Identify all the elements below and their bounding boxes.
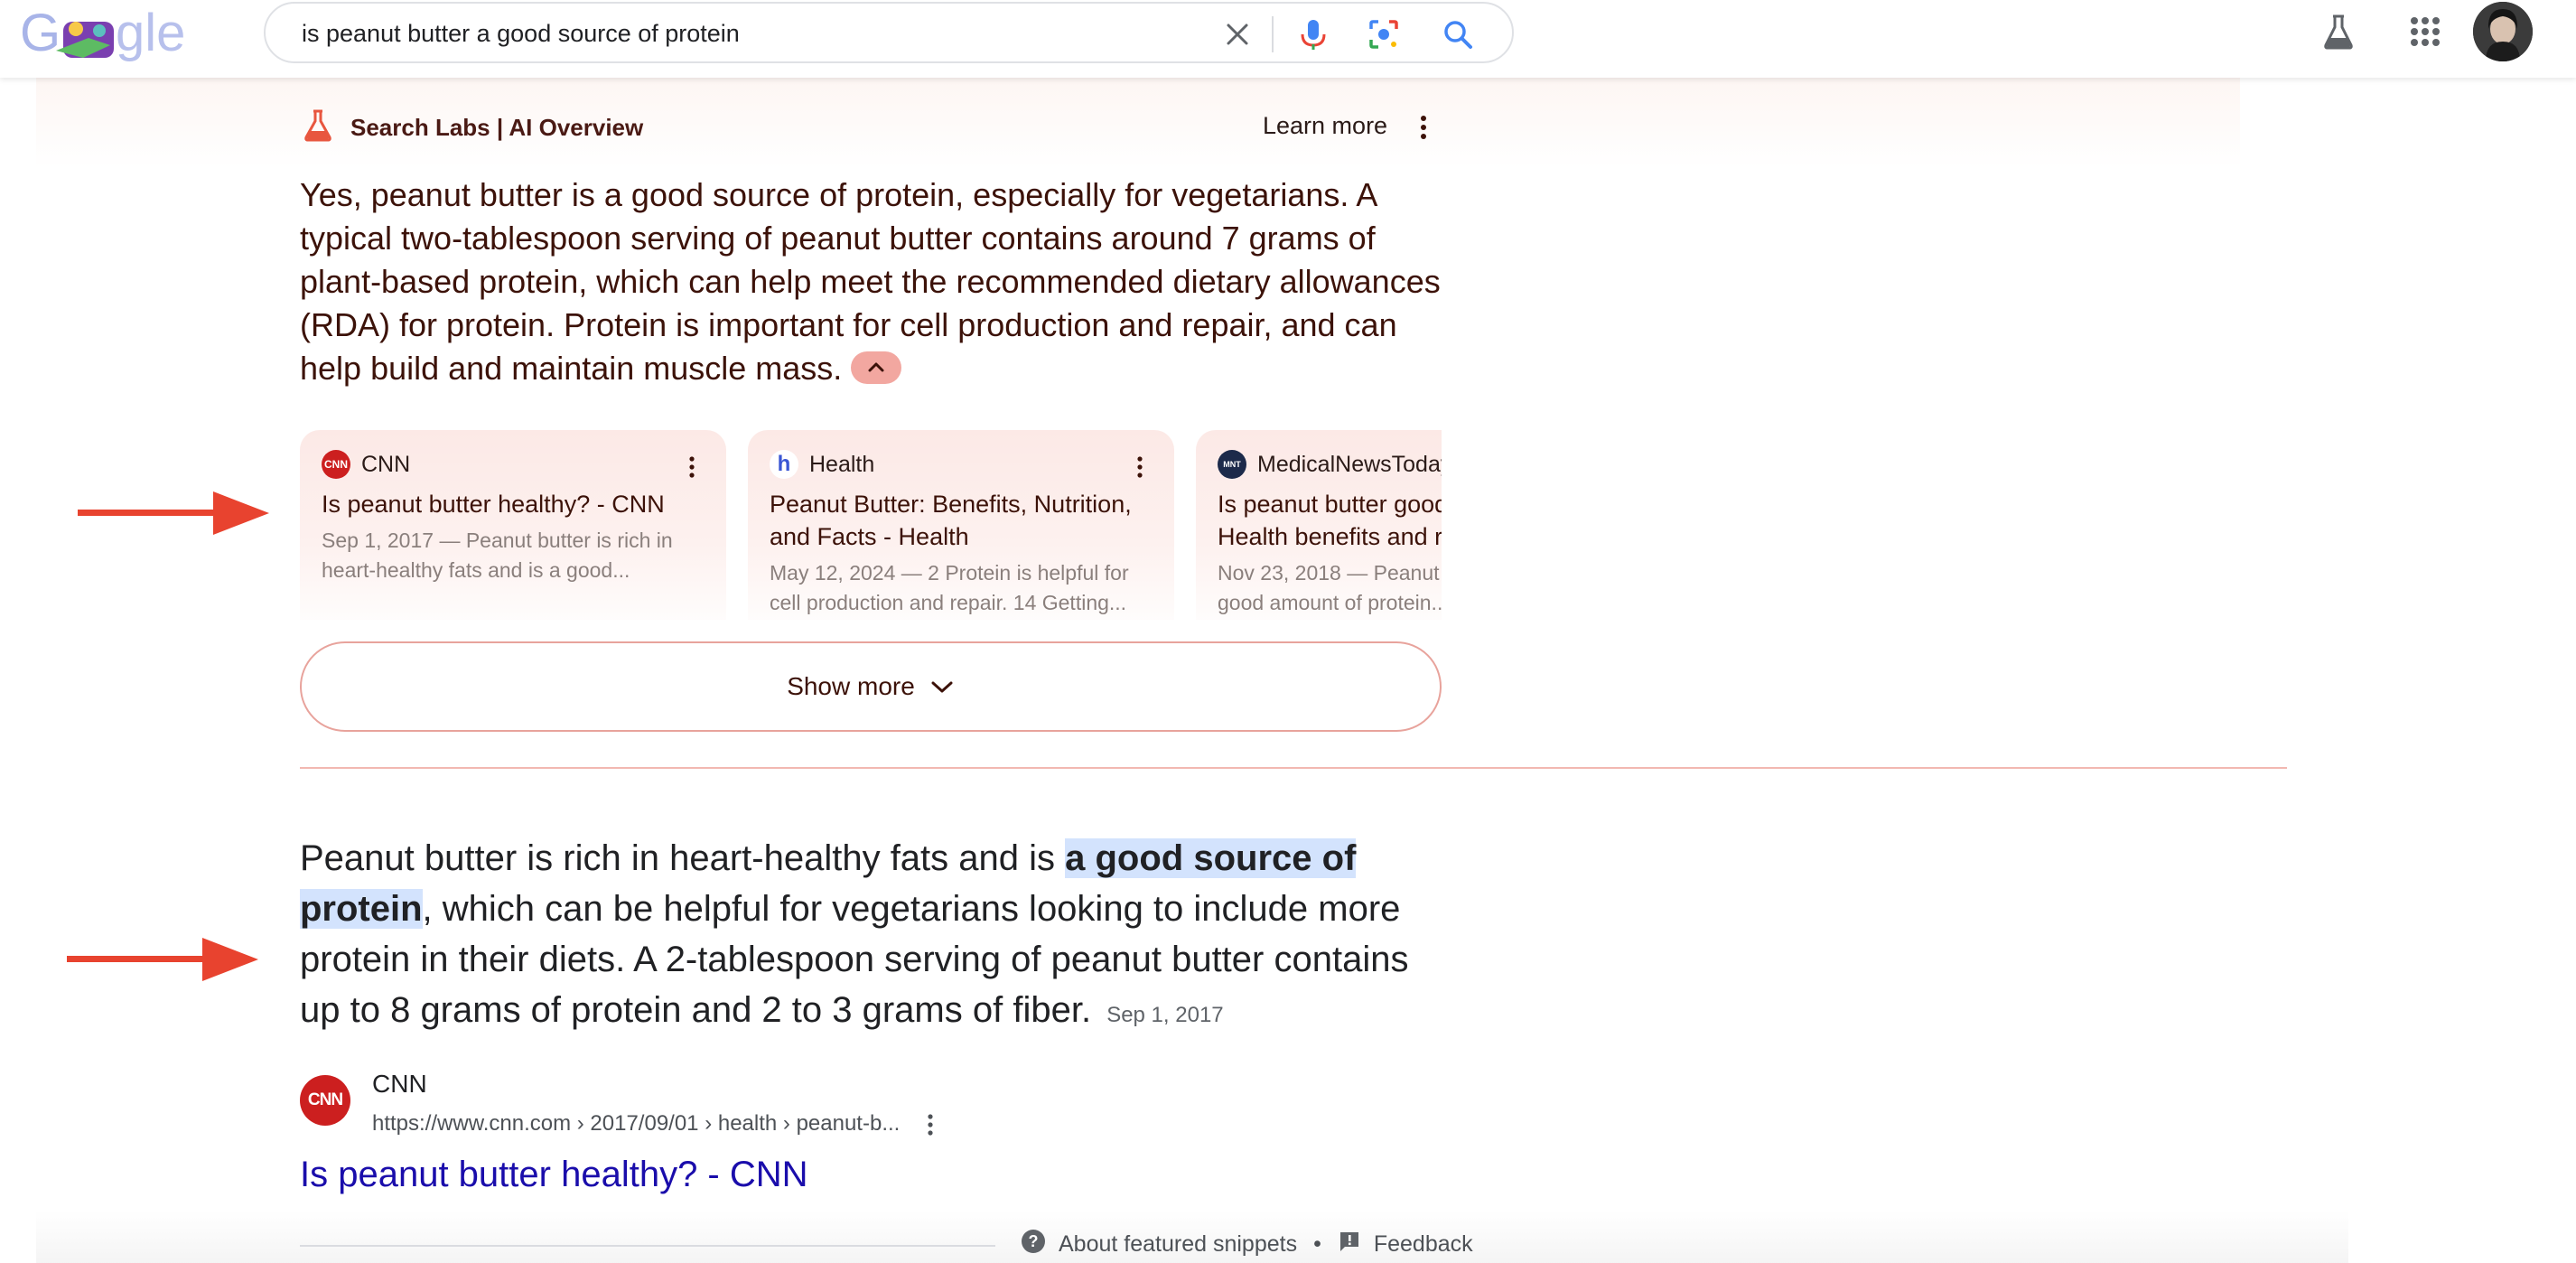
mnt-favicon-icon: MNT: [1218, 450, 1246, 479]
svg-text:gle: gle: [116, 5, 185, 62]
card-source: h Health: [770, 450, 874, 479]
card-snippet: Sep 1, 2017 — Peanut butter is rich in h…: [322, 529, 673, 582]
result-url[interactable]: https://www.cnn.com › 2017/09/01 › healt…: [372, 1111, 900, 1137]
featured-snippet: Peanut butter is rich in heart-healthy f…: [300, 833, 1456, 1041]
top-bar: G gle is peanut butter a good source of …: [0, 0, 2576, 78]
help-icon[interactable]: ?: [1021, 1229, 1046, 1260]
search-divider: [1272, 16, 1274, 52]
result-title-link[interactable]: Is peanut butter healthy? - CNN: [300, 1155, 808, 1195]
chevron-down-icon: [931, 681, 953, 693]
card-snippet: Nov 23, 2018 — Peanut butter contains a …: [1218, 561, 1442, 614]
apps-grid-icon[interactable]: [2403, 9, 2448, 54]
labs-flask-icon[interactable]: [2316, 9, 2361, 54]
lens-icon[interactable]: [1366, 16, 1402, 52]
snippet-text-before: Peanut butter is rich in heart-healthy f…: [300, 838, 1066, 878]
svg-text:?: ?: [1029, 1232, 1039, 1250]
annotation-arrow-icon: [78, 491, 269, 535]
google-doodle-logo[interactable]: G gle: [20, 4, 191, 63]
card-title[interactable]: Is peanut butter healthy? - CNN: [322, 488, 719, 520]
search-box[interactable]: is peanut butter a good source of protei…: [264, 2, 1514, 63]
snippet-text-after: , which can be helpful for vegetarians l…: [300, 889, 1409, 1030]
ai-overview-title: Search Labs | AI Overview: [350, 113, 644, 141]
more-options-icon[interactable]: [1413, 112, 1434, 143]
clear-icon[interactable]: [1219, 16, 1255, 52]
feedback-link[interactable]: Feedback: [1374, 1231, 1473, 1258]
result-more-icon[interactable]: [921, 1111, 939, 1138]
cnn-logo-icon[interactable]: CNN: [300, 1075, 350, 1126]
search-input[interactable]: is peanut butter a good source of protei…: [302, 20, 740, 48]
snippet-date: Sep 1, 2017: [1106, 1003, 1224, 1027]
ai-overview-header: Search Labs | AI Overview: [300, 107, 643, 148]
card-title[interactable]: Is peanut butter good for you? Health be…: [1218, 488, 1442, 553]
show-more-button[interactable]: Show more: [300, 641, 1442, 732]
card-more-icon[interactable]: [683, 454, 701, 481]
health-favicon-icon: h: [770, 450, 798, 479]
footer-separator: •: [1313, 1231, 1321, 1257]
search-icon[interactable]: [1440, 16, 1476, 52]
card-more-icon[interactable]: [1131, 454, 1149, 481]
source-card-medicalnewstoday[interactable]: MNT MedicalNewsToday Is peanut butter go…: [1196, 430, 1442, 620]
show-more-label: Show more: [787, 672, 915, 700]
cnn-favicon-icon: CNN: [322, 450, 350, 479]
collapse-button[interactable]: [851, 351, 902, 385]
mic-icon[interactable]: [1295, 16, 1331, 52]
snippet-footer: ? About featured snippets • Feedback: [1021, 1229, 1473, 1260]
result-site-name[interactable]: CNN: [372, 1070, 427, 1099]
card-source-name: Health: [809, 451, 875, 477]
card-title[interactable]: Peanut Butter: Benefits, Nutrition, and …: [770, 488, 1167, 553]
card-source-name: MedicalNewsToday: [1257, 451, 1442, 477]
card-source: CNN CNN: [322, 450, 410, 479]
learn-more-link[interactable]: Learn more: [1263, 112, 1387, 140]
feedback-icon[interactable]: [1338, 1230, 1361, 1259]
svg-text:G: G: [20, 5, 61, 62]
footer-divider: [300, 1245, 995, 1247]
about-featured-snippets-link[interactable]: About featured snippets: [1059, 1231, 1297, 1258]
card-source: MNT MedicalNewsToday: [1218, 450, 1442, 479]
avatar[interactable]: [2473, 2, 2533, 61]
annotation-arrow-icon: [67, 938, 258, 981]
card-snippet: May 12, 2024 — 2 Protein is helpful for …: [770, 561, 1129, 614]
source-card-health[interactable]: h Health Peanut Butter: Benefits, Nutrit…: [748, 430, 1174, 620]
ai-overview-text: Yes, peanut butter is a good source of p…: [300, 173, 1456, 390]
labs-flask-icon: [300, 108, 336, 148]
source-cards: CNN CNN Is peanut butter healthy? - CNN …: [300, 430, 1442, 620]
source-card-cnn[interactable]: CNN CNN Is peanut butter healthy? - CNN …: [300, 430, 726, 620]
section-divider: [300, 767, 2287, 769]
card-source-name: CNN: [361, 451, 411, 477]
